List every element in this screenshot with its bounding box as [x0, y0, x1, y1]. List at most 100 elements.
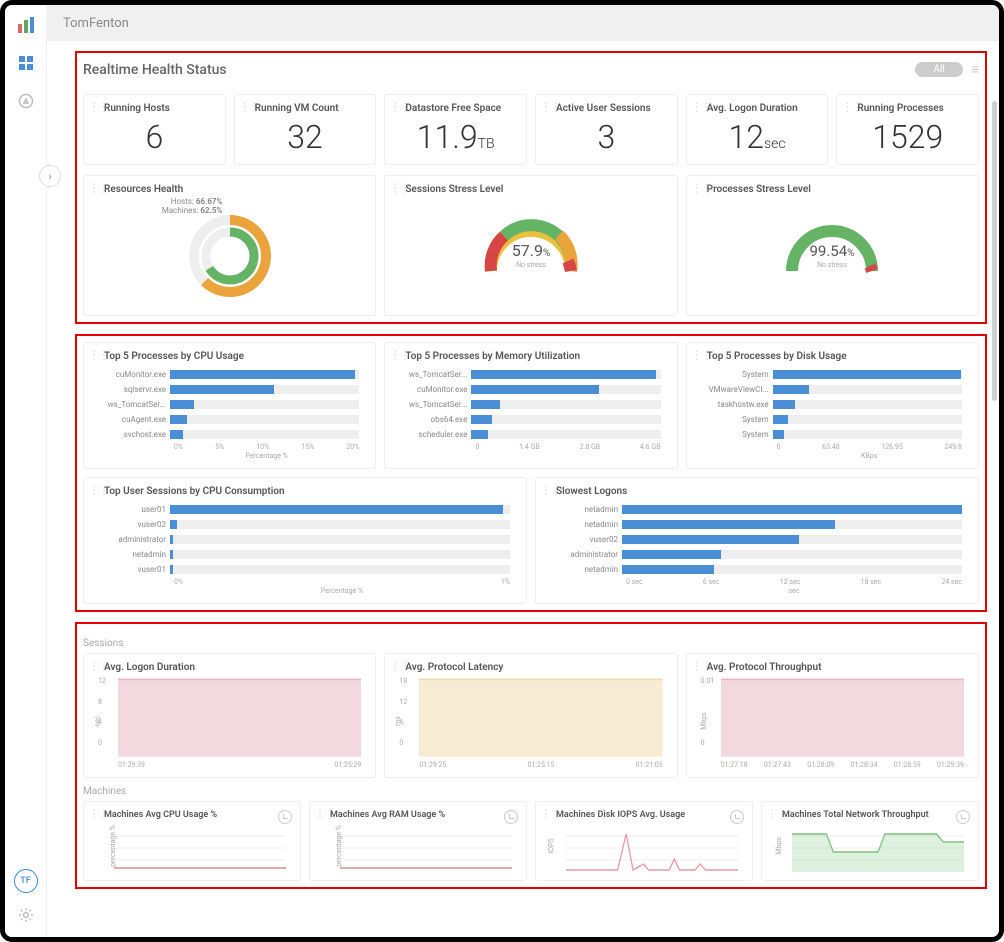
- bar-category: ws_TomcatSer...: [100, 400, 170, 409]
- drag-handle-icon[interactable]: ⋮⋮: [88, 351, 108, 359]
- donut-chart-icon: [175, 201, 285, 301]
- bar-chart-card: ⋮⋮ Top 5 Processes by CPU Usage cuMonito…: [83, 342, 376, 469]
- hosts-val: 66.67%: [196, 197, 223, 206]
- kpi-value: 3: [546, 118, 667, 156]
- user-avatar[interactable]: TF: [14, 869, 38, 893]
- bar-category: vuser02: [552, 535, 622, 544]
- explore-icon[interactable]: [16, 91, 36, 111]
- mini-chart-card: ⋮⋮ Machines Total Network Throughput Mbp…: [761, 801, 979, 881]
- clock-icon[interactable]: [278, 810, 292, 824]
- svg-text:No stress: No stress: [516, 261, 546, 269]
- svg-text:99.54%: 99.54%: [810, 242, 855, 260]
- all-filter-pill[interactable]: All: [915, 62, 962, 77]
- topbar: TomFenton: [47, 5, 999, 41]
- kpi-value: 32: [245, 118, 366, 156]
- drag-handle-icon[interactable]: ⋮⋮: [88, 810, 108, 818]
- kpi-card: ⋮⋮ Avg. Logon Duration 12sec: [686, 94, 829, 165]
- bar-chart-card: ⋮⋮ Top User Sessions by CPU Consumption …: [83, 477, 527, 604]
- dashboard-icon[interactable]: [16, 53, 36, 73]
- machines-val: 62.5%: [200, 206, 222, 215]
- clock-icon[interactable]: [956, 810, 970, 824]
- chart-title: Top 5 Processes by Disk Usage: [697, 351, 968, 362]
- kpi-card: ⋮⋮ Datastore Free Space 11.9TB: [384, 94, 527, 165]
- svg-text:No stress: No stress: [817, 261, 847, 269]
- bar-category: netadmin: [552, 520, 622, 529]
- kpi-value: 1529: [847, 118, 968, 156]
- chart-title: Top 5 Processes by CPU Usage: [94, 351, 365, 362]
- drag-handle-icon[interactable]: ⋮⋮: [691, 662, 711, 670]
- bar-category: user01: [100, 505, 170, 514]
- y-axis-label: IOPS: [548, 838, 556, 853]
- settings-gear-icon[interactable]: [16, 905, 36, 925]
- processes-stress-card: ⋮⋮ Processes Stress Level 99.54% No stre…: [686, 175, 979, 316]
- kpi-card: ⋮⋮ Running VM Count 32: [234, 94, 377, 165]
- bar-category: taskhostw.exe: [703, 400, 773, 409]
- scrollbar[interactable]: [992, 101, 997, 401]
- drag-handle-icon[interactable]: ⋮⋮: [88, 184, 108, 192]
- kpi-label: Running Hosts: [94, 103, 215, 114]
- chart-title: Top 5 Processes by Memory Utilization: [395, 351, 666, 362]
- bar-category: vuser01: [100, 565, 170, 574]
- drag-handle-icon[interactable]: ⋮⋮: [540, 810, 560, 818]
- bar-chart-card: ⋮⋮ Top 5 Processes by Memory Utilization…: [384, 342, 677, 469]
- bar-category: cuAgent.exe: [100, 415, 170, 424]
- area-chart-card: ⋮⋮ Avg. Protocol Latency ms 181260 01:29…: [384, 653, 677, 778]
- kpi-label: Active User Sessions: [546, 103, 667, 114]
- bar-category: netadmin: [552, 505, 622, 514]
- bar-category: sqlservr.exe: [100, 385, 170, 394]
- card-title: Sessions Stress Level: [395, 184, 666, 195]
- drag-handle-icon[interactable]: ⋮⋮: [389, 103, 409, 111]
- drag-handle-icon[interactable]: ⋮⋮: [239, 103, 259, 111]
- drag-handle-icon[interactable]: ⋮⋮: [691, 184, 711, 192]
- sessions-machines-section: Sessions ⋮⋮ Avg. Logon Duration sec 1284…: [75, 622, 987, 889]
- y-axis-label: Mbps: [775, 837, 783, 855]
- area-chart-card: ⋮⋮ Avg. Logon Duration sec 12840 01:29:3…: [83, 653, 376, 778]
- bar-category: System: [703, 370, 773, 379]
- gauge-chart-icon: 99.54% No stress: [772, 201, 892, 301]
- bar-category: cuMonitor.exe: [401, 385, 471, 394]
- bar-category: administrator: [552, 550, 622, 559]
- sidebar: TF: [5, 5, 47, 937]
- drag-handle-icon[interactable]: ⋮⋮: [691, 103, 711, 111]
- expand-sidebar-button[interactable]: ›: [39, 165, 61, 187]
- drag-handle-icon[interactable]: ⋮⋮: [88, 486, 108, 494]
- bar-chart-card: ⋮⋮ Top 5 Processes by Disk Usage SystemV…: [686, 342, 979, 469]
- drag-handle-icon[interactable]: ⋮⋮: [540, 486, 560, 494]
- section-menu-icon[interactable]: ≡: [971, 61, 979, 78]
- drag-handle-icon[interactable]: ⋮⋮: [389, 662, 409, 670]
- kpi-value: 6: [94, 118, 215, 156]
- card-title: Processes Stress Level: [697, 184, 968, 195]
- drag-handle-icon[interactable]: ⋮⋮: [314, 810, 334, 818]
- drag-handle-icon[interactable]: ⋮⋮: [88, 103, 108, 111]
- chart-title: Top User Sessions by CPU Consumption: [94, 486, 516, 497]
- drag-handle-icon[interactable]: ⋮⋮: [841, 103, 861, 111]
- mini-chart-card: ⋮⋮ Machines Avg CPU Usage % percentage %…: [83, 801, 301, 881]
- kpi-card: ⋮⋮ Running Processes 1529: [836, 94, 979, 165]
- top-processes-section: ⋮⋮ Top 5 Processes by CPU Usage cuMonito…: [75, 334, 987, 612]
- username: TomFenton: [63, 16, 129, 31]
- chart-title: Avg. Protocol Latency: [395, 662, 666, 673]
- drag-handle-icon[interactable]: ⋮⋮: [691, 351, 711, 359]
- kpi-card: ⋮⋮ Running Hosts 6: [83, 94, 226, 165]
- drag-handle-icon[interactable]: ⋮⋮: [766, 810, 786, 818]
- logo-bars-icon[interactable]: [16, 15, 36, 35]
- drag-handle-icon[interactable]: ⋮⋮: [540, 103, 560, 111]
- drag-handle-icon[interactable]: ⋮⋮: [389, 351, 409, 359]
- kpi-value: 12sec: [697, 118, 818, 156]
- bar-category: obs64.exe: [401, 415, 471, 424]
- kpi-value: 11.9TB: [395, 118, 516, 156]
- clock-icon[interactable]: [504, 810, 518, 824]
- bar-category: netadmin: [552, 565, 622, 574]
- drag-handle-icon[interactable]: ⋮⋮: [88, 662, 108, 670]
- sessions-label: Sessions: [83, 638, 979, 649]
- chart-title: Avg. Logon Duration: [94, 662, 365, 673]
- drag-handle-icon[interactable]: ⋮⋮: [389, 184, 409, 192]
- gauge-chart-icon: 57.9% No stress: [471, 201, 591, 301]
- kpi-label: Running Processes: [847, 103, 968, 114]
- bar-category: cuMonitor.exe: [100, 370, 170, 379]
- section-title: Realtime Health Status: [83, 62, 227, 78]
- clock-icon[interactable]: [730, 810, 744, 824]
- machines-label: Machines:: [162, 206, 199, 215]
- bar-category: svchost.exe: [100, 430, 170, 439]
- chart-title: Machines Avg CPU Usage %: [94, 810, 290, 820]
